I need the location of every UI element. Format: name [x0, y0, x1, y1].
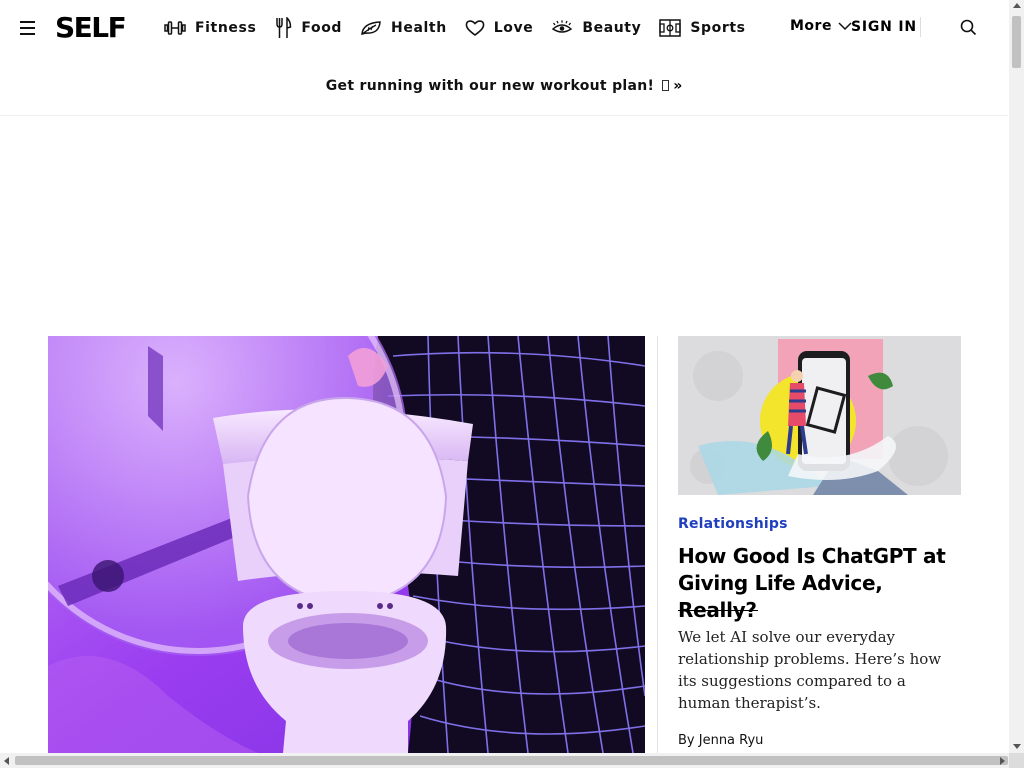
leaf-icon	[361, 21, 381, 35]
vertical-scrollbar[interactable]	[1009, 0, 1024, 753]
scrollbar-corner	[1009, 753, 1024, 768]
chevron-down-icon	[838, 21, 852, 30]
more-label: More	[790, 18, 832, 34]
missing-glyph-icon	[662, 80, 670, 91]
scroll-left-icon[interactable]	[4, 757, 9, 765]
promo-suffix: »	[673, 77, 683, 94]
nav-item-love[interactable]: Love	[465, 19, 534, 37]
heart-icon	[465, 20, 485, 36]
header-divider	[920, 17, 921, 37]
search-icon	[960, 19, 977, 36]
nav-label: Sports	[690, 20, 746, 36]
hero-image[interactable]	[48, 336, 645, 753]
nav-label: Food	[301, 20, 343, 36]
toilet-collage-illustration	[48, 336, 645, 753]
nav-item-beauty[interactable]: Beauty	[551, 20, 641, 36]
nav-item-food[interactable]: Food	[274, 17, 342, 39]
article-thumbnail[interactable]	[678, 336, 961, 495]
title-rule	[678, 610, 758, 611]
nav-label: Fitness	[195, 20, 257, 36]
article-byline[interactable]: By Jenna Ryu	[678, 733, 763, 748]
scroll-up-icon[interactable]	[1013, 3, 1021, 8]
nav-label: Health	[391, 20, 447, 36]
ad-slot	[0, 116, 1008, 336]
nav-item-health[interactable]: Health	[360, 20, 447, 36]
horizontal-scroll-thumb[interactable]	[15, 756, 1008, 765]
article-title-link[interactable]: How Good Is ChatGPT at Giving Life Advic…	[678, 543, 963, 624]
menu-icon[interactable]	[20, 21, 36, 35]
scroll-right-icon[interactable]	[1000, 757, 1005, 765]
column-divider	[657, 336, 658, 753]
nav-label: Beauty	[582, 20, 642, 36]
main-nav: Fitness Food Health Love Beauty Sports	[164, 16, 764, 40]
more-menu[interactable]: More	[790, 18, 852, 34]
site-header: SELF Fitness Food Health Love Beauty Spo…	[0, 0, 1008, 56]
dumbbell-icon	[164, 21, 186, 35]
nav-label: Love	[493, 20, 534, 36]
promo-banner: Get running with our new workout plan! »	[0, 56, 1008, 116]
article-dek: We let AI solve our everyday relationshi…	[678, 628, 942, 712]
field-icon	[659, 19, 682, 37]
eye-lash-icon	[552, 20, 573, 33]
scroll-down-icon[interactable]	[1013, 744, 1021, 749]
article-category-link[interactable]: Relationships	[678, 516, 788, 532]
sign-in-link[interactable]: SIGN IN	[851, 19, 917, 35]
search-button[interactable]	[960, 19, 977, 40]
site-logo[interactable]: SELF	[55, 11, 127, 45]
promo-link[interactable]: Get running with our new workout plan!	[326, 78, 654, 94]
phone-collage-illustration	[678, 336, 961, 495]
page: SELF Fitness Food Health Love Beauty Spo…	[0, 0, 1008, 753]
fork-knife-icon	[276, 17, 292, 38]
horizontal-scrollbar[interactable]	[0, 753, 1009, 768]
nav-item-fitness[interactable]: Fitness	[164, 20, 256, 36]
nav-item-sports[interactable]: Sports	[659, 19, 745, 37]
vertical-scroll-thumb[interactable]	[1012, 16, 1021, 68]
